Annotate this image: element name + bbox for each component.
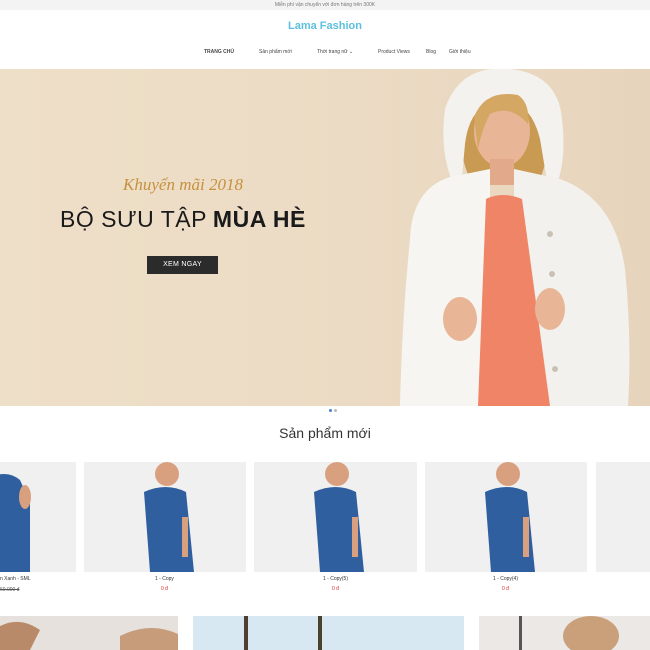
category-image[interactable] — [193, 616, 464, 650]
product-image[interactable] — [425, 462, 587, 572]
nav-item-home[interactable]: TRANG CHỦ — [204, 49, 234, 55]
product-image[interactable] — [596, 462, 650, 572]
product-name[interactable]: n Xanh - SML — [0, 576, 31, 582]
product-image[interactable] — [254, 462, 417, 572]
shirt-model-image — [314, 462, 364, 572]
hero-promo-text: Khuyến mãi 2018 — [123, 175, 243, 194]
hero-model-image — [400, 69, 630, 406]
product-old-price: 60.000 đ — [0, 587, 20, 593]
product-price: 0 đ — [502, 586, 509, 592]
shirt-model-image — [0, 474, 31, 572]
shop-now-button[interactable]: XEM NGAY — [147, 256, 218, 274]
beach-image — [244, 616, 322, 650]
model-image — [519, 616, 619, 650]
product-price: 0 đ — [161, 586, 168, 592]
nav-item-women-fashion[interactable]: Thời trang nữ ⌄ — [317, 49, 353, 55]
carousel-dot[interactable] — [334, 409, 337, 412]
hero-banner[interactable]: Khuyến mãi 2018 — [0, 69, 650, 406]
carousel-dots — [329, 399, 339, 417]
model-image — [0, 621, 178, 650]
section-title: Sản phẩm mới — [279, 425, 371, 441]
site-logo[interactable]: Lama Fashion — [0, 20, 650, 32]
shirt-model-image — [485, 462, 535, 572]
shirt-model-image — [144, 462, 194, 572]
main-nav: TRANG CHỦ Sản phẩm mới Thời trang nữ ⌄ P… — [0, 49, 650, 59]
nav-item-blog[interactable]: Blog — [426, 49, 436, 55]
product-price: 0 đ — [332, 586, 339, 592]
product-name[interactable]: 1 - Copy — [155, 576, 174, 582]
nav-item-new-products[interactable]: Sản phẩm mới — [259, 49, 292, 55]
carousel-dot[interactable] — [329, 409, 332, 412]
promo-topbar: Miễn phí vận chuyển với đơn hàng trên 30… — [0, 0, 650, 10]
hero-collection-heading: BỘ SƯU TẬP MÙA HÈ — [60, 206, 306, 233]
collection-bold: MÙA HÈ — [212, 206, 306, 232]
product-name[interactable]: 1 - Copy(5) — [323, 576, 348, 582]
nav-item-about[interactable]: Giới thiệu — [449, 49, 471, 55]
category-image[interactable] — [0, 616, 178, 650]
product-image[interactable] — [0, 462, 76, 572]
product-image[interactable] — [84, 462, 246, 572]
category-image[interactable] — [479, 616, 650, 650]
collection-prefix: BỘ SƯU TẬP — [60, 206, 207, 232]
nav-item-product-views[interactable]: Product Views — [378, 49, 410, 55]
product-name[interactable]: 1 - Copy(4) — [493, 576, 518, 582]
